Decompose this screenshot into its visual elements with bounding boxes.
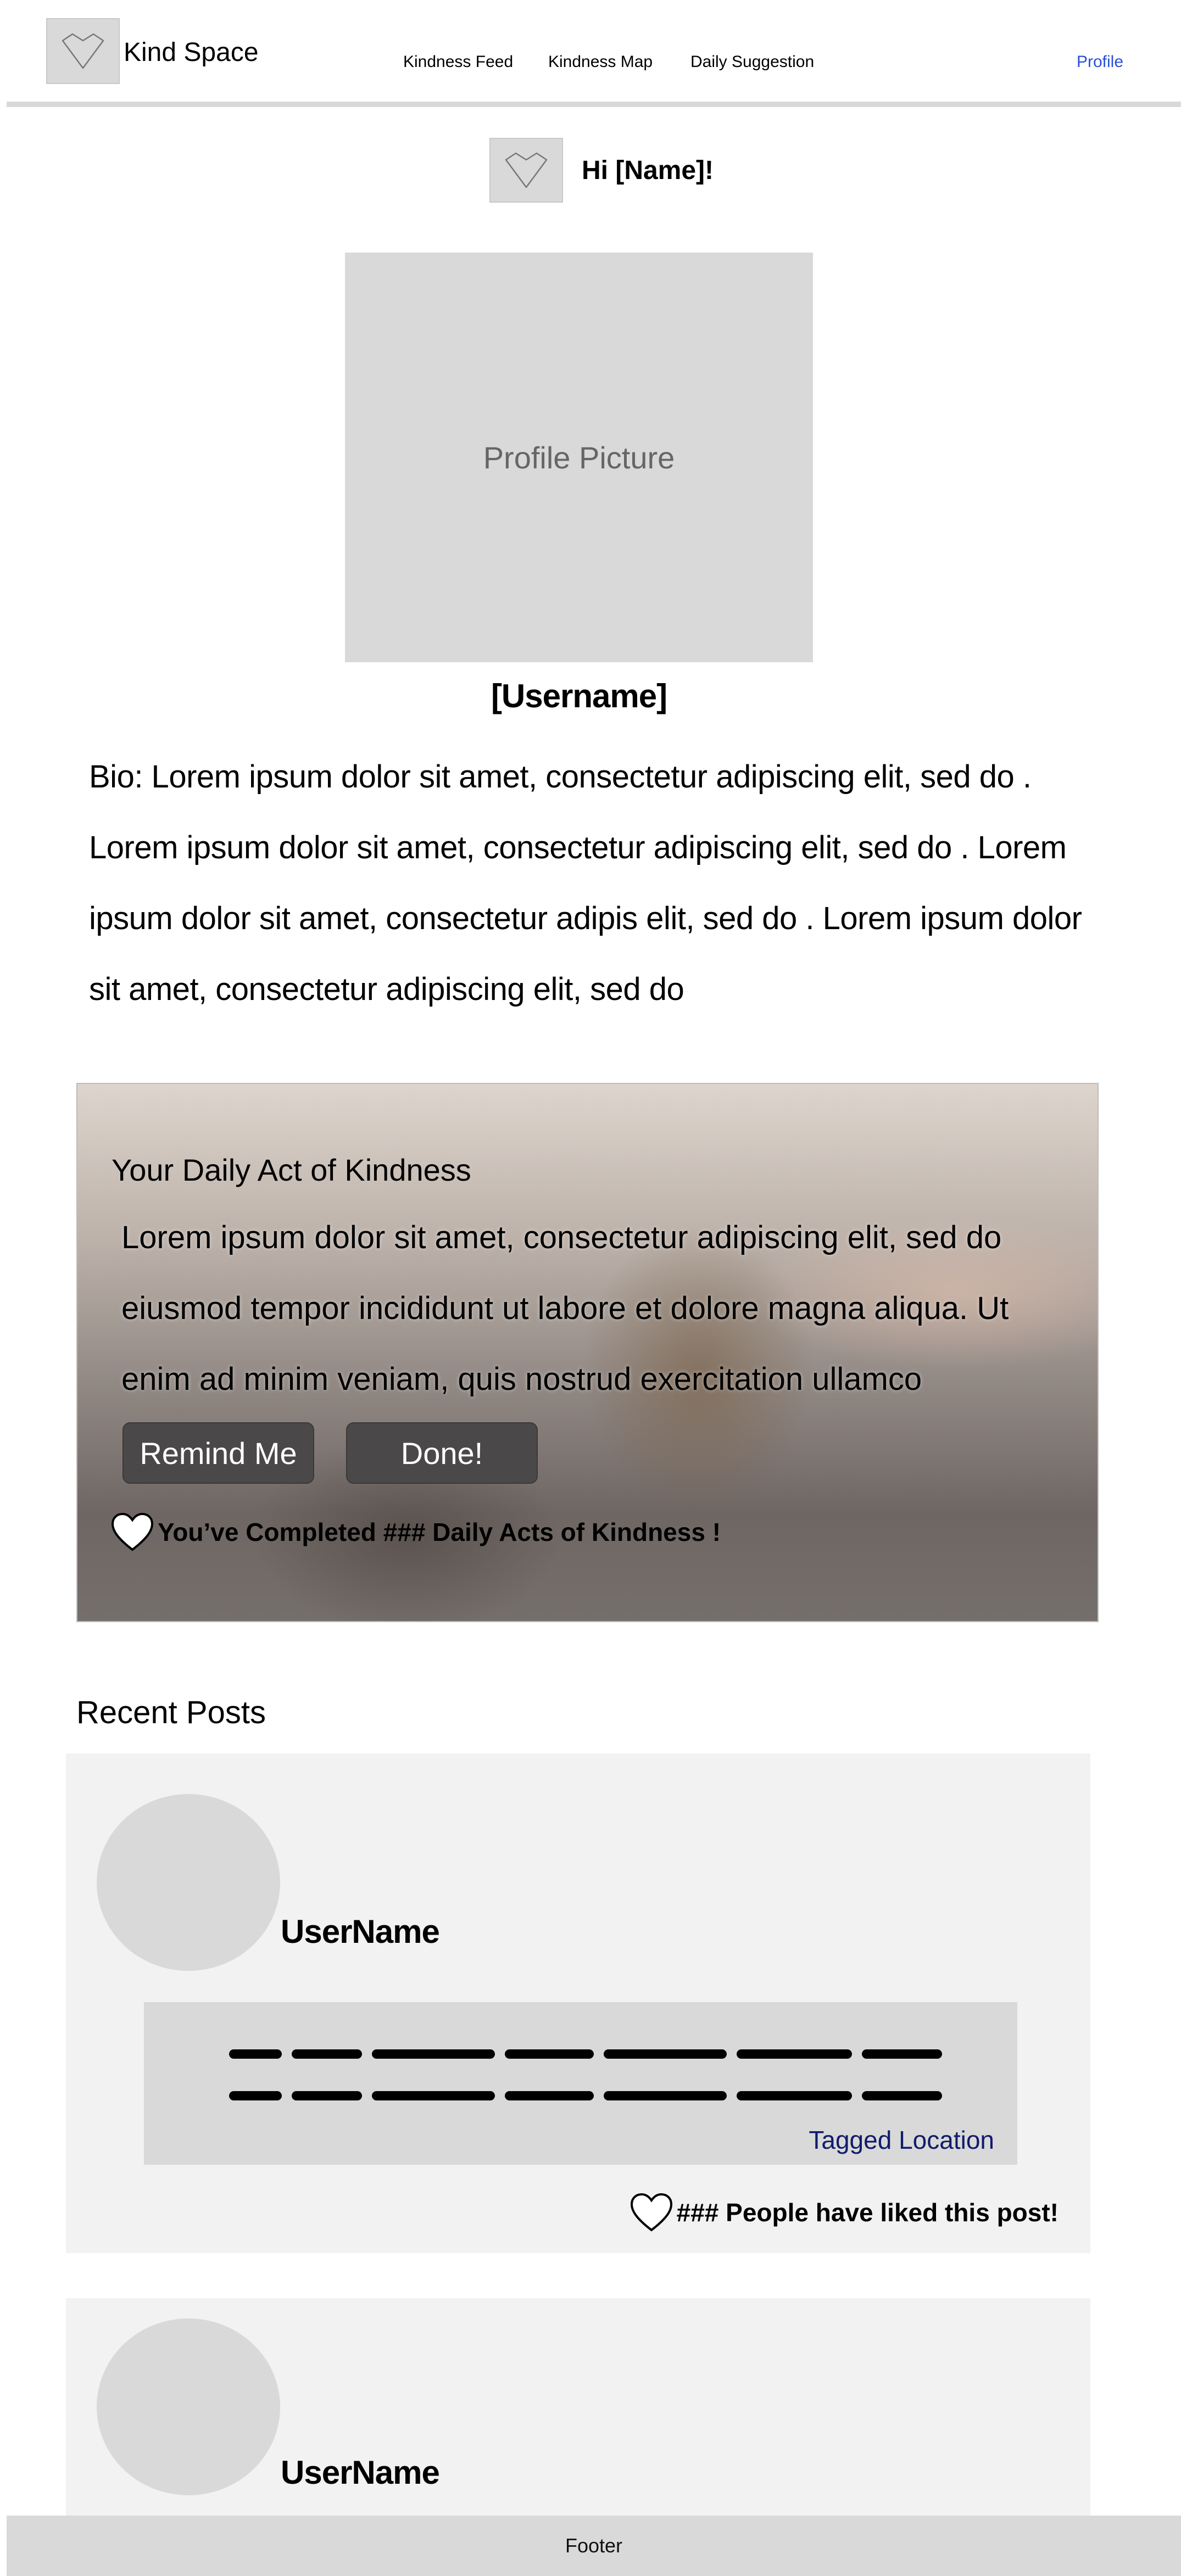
heart-outline-icon — [505, 152, 548, 188]
nav-profile[interactable]: Profile — [1077, 53, 1123, 71]
daily-act-title: Your Daily Act of Kindness — [112, 1153, 471, 1187]
post-content: Tagged Location — [144, 2002, 1017, 2165]
profile-picture-label: Profile Picture — [483, 440, 675, 475]
profile-bio: Bio: Lorem ipsum dolor sit amet, consect… — [89, 759, 1082, 1007]
nav-kindness-feed[interactable]: Kindness Feed — [403, 53, 513, 71]
top-navigation-bar: Kind Space Kindness Feed Kindness Map Da… — [7, 0, 1181, 107]
profile-username: [Username] — [491, 678, 667, 714]
post-likes: ### People have liked this post! — [630, 2193, 1059, 2232]
heart-icon — [111, 1512, 154, 1551]
likes-count-text: ### People have liked this post! — [676, 2198, 1059, 2227]
logo[interactable] — [46, 18, 120, 84]
recent-posts-heading: Recent Posts — [76, 1695, 266, 1730]
nav-kindness-map[interactable]: Kindness Map — [548, 53, 653, 71]
greeting-text: Hi [Name]! — [582, 156, 714, 185]
daily-act-description: Lorem ipsum dolor sit amet, consectetur … — [121, 1220, 1009, 1397]
post-text-line — [229, 2049, 942, 2059]
done-label: Done! — [400, 1435, 483, 1471]
profile-picture[interactable]: Profile Picture — [345, 253, 813, 662]
nav-daily-suggestion[interactable]: Daily Suggestion — [690, 53, 814, 71]
footer: Footer — [7, 2516, 1181, 2576]
post-avatar[interactable] — [97, 1794, 280, 1971]
completed-counter: You’ve Completed ### Daily Acts of Kindn… — [110, 1512, 721, 1552]
post-avatar[interactable] — [97, 2318, 280, 2495]
footer-label: Footer — [565, 2534, 623, 2557]
completed-text: You’ve Completed ### Daily Acts of Kindn… — [158, 1518, 721, 1546]
like-heart-icon[interactable] — [630, 2193, 673, 2232]
post-username[interactable]: UserName — [281, 2454, 440, 2491]
done-button[interactable]: Done! — [346, 1422, 538, 1484]
post-card: UserName Tagged Location ### People have… — [66, 1753, 1090, 2253]
remind-me-button[interactable]: Remind Me — [122, 1422, 314, 1484]
post-username[interactable]: UserName — [281, 1913, 440, 1951]
remind-me-label: Remind Me — [140, 1435, 297, 1471]
heart-logo-icon — [62, 33, 104, 69]
brand-name: Kind Space — [124, 38, 259, 67]
daily-act-card: Your Daily Act of Kindness Lorem ipsum d… — [76, 1083, 1099, 1622]
post-card: UserName — [66, 2298, 1090, 2529]
post-text-line — [229, 2091, 942, 2100]
greeting-avatar — [489, 138, 563, 203]
tagged-location-link[interactable]: Tagged Location — [809, 2125, 994, 2155]
